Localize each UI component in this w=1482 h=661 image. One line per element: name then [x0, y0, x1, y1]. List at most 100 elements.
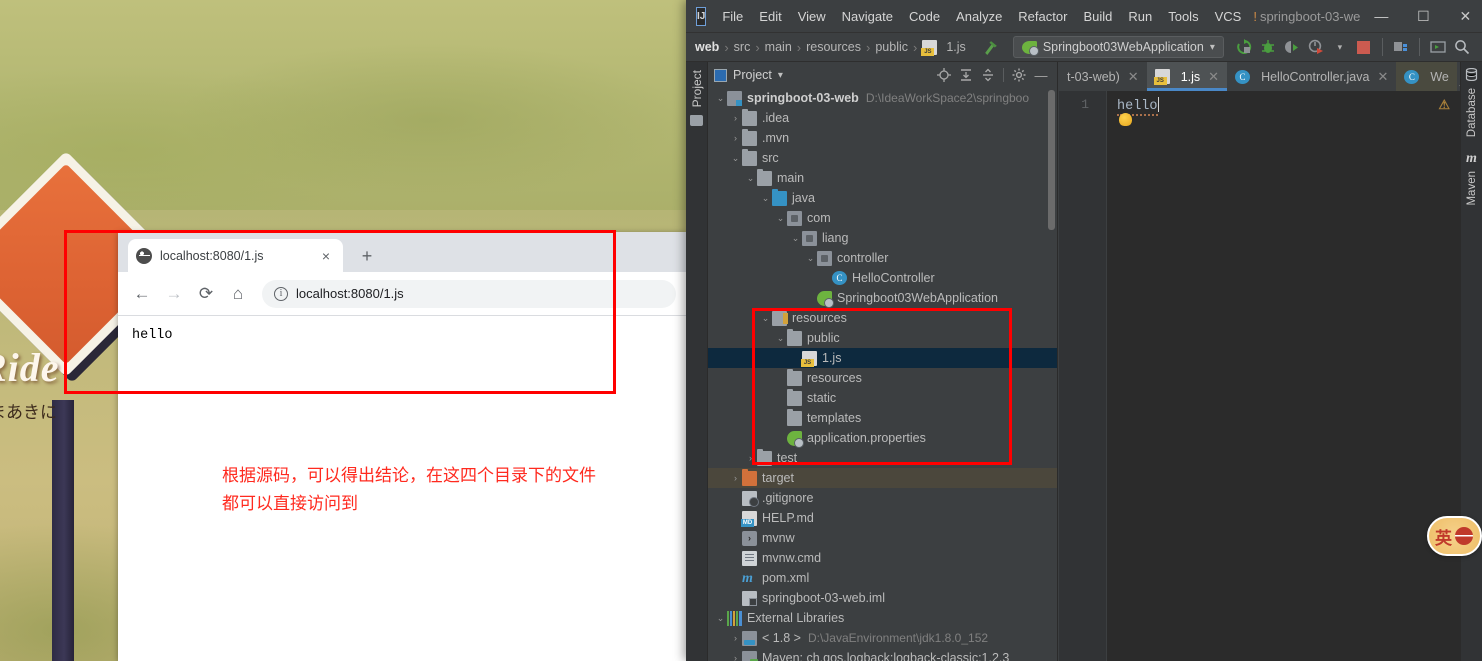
minimize-icon[interactable]: —: [1360, 0, 1402, 32]
tree-row[interactable]: › mvnw: [708, 528, 1057, 548]
folder-icon[interactable]: [690, 115, 703, 127]
hide-panel-icon[interactable]: —: [1031, 65, 1051, 85]
close-icon[interactable]: ×: [317, 247, 335, 265]
ime-status-badge[interactable]: 英: [1427, 516, 1482, 556]
tree-row[interactable]: application.properties: [708, 428, 1057, 448]
chevron-down-icon[interactable]: ⌄: [729, 153, 742, 164]
breadcrumb-main[interactable]: main: [760, 40, 797, 54]
new-tab-button[interactable]: +: [356, 246, 378, 268]
build-hammer-icon[interactable]: [979, 35, 1003, 59]
breadcrumb-file[interactable]: 1.js: [917, 39, 970, 56]
tree-row[interactable]: C HelloController: [708, 268, 1057, 288]
settings-gear-icon[interactable]: [1009, 65, 1029, 85]
menu-vcs[interactable]: VCS: [1207, 5, 1250, 28]
close-icon[interactable]: ✕: [1377, 69, 1388, 85]
home-icon[interactable]: ⌂: [224, 280, 252, 308]
menu-navigate[interactable]: Navigate: [834, 5, 901, 28]
dropdown-chevron-icon[interactable]: ▾: [1328, 35, 1352, 59]
close-icon[interactable]: ✕: [1444, 0, 1482, 32]
chevron-right-icon[interactable]: ›: [729, 133, 742, 143]
ime-mode-label[interactable]: 英: [1435, 524, 1452, 549]
tree-row[interactable]: › < 1.8 > D:\JavaEnvironment\jdk1.8.0_152: [708, 628, 1057, 648]
stop-icon[interactable]: [1352, 35, 1376, 59]
tree-row[interactable]: › .idea: [708, 108, 1057, 128]
chevron-down-icon[interactable]: ⌄: [759, 193, 772, 204]
editor-tab-hellocontroller[interactable]: C HelloController.java ✕: [1227, 62, 1396, 91]
profiler-icon[interactable]: [1304, 35, 1328, 59]
tree-row[interactable]: templates: [708, 408, 1057, 428]
debug-icon[interactable]: [1256, 35, 1280, 59]
chevron-right-icon[interactable]: ›: [729, 473, 742, 483]
tree-row[interactable]: springboot-03-web.iml: [708, 588, 1057, 608]
site-info-icon[interactable]: i: [274, 286, 288, 301]
tool-window-button-project[interactable]: Project: [690, 70, 704, 107]
chevron-down-icon[interactable]: ⌄: [774, 213, 787, 224]
intellij-idea-window[interactable]: IJ File Edit View Navigate Code Analyze …: [686, 0, 1482, 661]
tree-row[interactable]: HELP.md: [708, 508, 1057, 528]
menu-analyze[interactable]: Analyze: [948, 5, 1010, 28]
tree-row[interactable]: ⌄ External Libraries: [708, 608, 1057, 628]
chevron-down-icon[interactable]: ▾: [1210, 42, 1215, 53]
menu-view[interactable]: View: [790, 5, 834, 28]
tree-row[interactable]: static: [708, 388, 1057, 408]
tree-row[interactable]: ⌄ main: [708, 168, 1057, 188]
tree-row[interactable]: ⌄ java: [708, 188, 1057, 208]
intention-bulb-icon[interactable]: [1119, 113, 1132, 126]
tree-row[interactable]: m pom.xml: [708, 568, 1057, 588]
chevron-down-icon[interactable]: ⌄: [789, 233, 802, 244]
editor-tab-1js[interactable]: 1.js ✕: [1146, 62, 1228, 91]
menu-edit[interactable]: Edit: [751, 5, 789, 28]
breadcrumb-public[interactable]: public: [870, 40, 913, 54]
tree-row[interactable]: ⌄ springboot-03-web D:\IdeaWorkSpace2\spri…: [708, 88, 1057, 108]
tree-row[interactable]: 1.js: [708, 348, 1057, 368]
chevron-down-icon[interactable]: ⌄: [804, 253, 817, 264]
tree-row[interactable]: › .mvn: [708, 128, 1057, 148]
maven-icon[interactable]: m: [1461, 151, 1482, 167]
tree-row[interactable]: Springboot03WebApplication: [708, 288, 1057, 308]
tree-row[interactable]: ⌄ liang: [708, 228, 1057, 248]
back-icon[interactable]: ←: [128, 280, 156, 308]
editor-body[interactable]: 1 hello ⚠: [1059, 91, 1460, 661]
chevron-down-icon[interactable]: ⌄: [744, 173, 757, 184]
menu-run[interactable]: Run: [1120, 5, 1160, 28]
tree-row[interactable]: ⌄ controller: [708, 248, 1057, 268]
chevron-down-icon[interactable]: ⌄: [714, 613, 727, 624]
tool-window-button-maven[interactable]: Maven: [1466, 171, 1478, 206]
scroll-from-source-icon[interactable]: [934, 65, 954, 85]
project-tool-window[interactable]: Project ▾ — ⌄springboot-03-webD:\IdeaW: [708, 62, 1058, 661]
database-icon[interactable]: [1461, 67, 1482, 84]
editor-tab-cut[interactable]: t-03-web) ✕: [1059, 62, 1147, 91]
project-tree[interactable]: ⌄ springboot-03-web D:\IdeaWorkSpace2\spri…: [708, 88, 1057, 661]
collapse-all-icon[interactable]: [978, 65, 998, 85]
breadcrumb-resources[interactable]: resources: [801, 40, 866, 54]
close-icon[interactable]: ✕: [1208, 69, 1219, 85]
chevron-down-icon[interactable]: ⌄: [714, 93, 727, 104]
tree-row[interactable]: › Maven: ch.qos.logback:logback-classic:1…: [708, 648, 1057, 661]
sogou-ball-icon[interactable]: [1455, 527, 1473, 545]
tree-row[interactable]: .gitignore: [708, 488, 1057, 508]
project-structure-icon[interactable]: [1389, 35, 1413, 59]
chevron-right-icon[interactable]: ›: [744, 453, 757, 463]
editor-tab-we[interactable]: C We: [1396, 62, 1457, 91]
breadcrumb-web[interactable]: web: [690, 40, 724, 54]
editor-tab-bar[interactable]: t-03-web) ✕ 1.js ✕ C HelloController.jav…: [1059, 62, 1460, 91]
reload-icon[interactable]: ⟳: [192, 280, 220, 308]
forward-icon[interactable]: →: [160, 280, 188, 308]
terminal-icon[interactable]: [1426, 35, 1450, 59]
project-tree-scrollbar[interactable]: [1048, 90, 1055, 230]
expand-all-icon[interactable]: [956, 65, 976, 85]
breadcrumb-src[interactable]: src: [729, 40, 756, 54]
chevron-down-icon[interactable]: ⌄: [759, 313, 772, 324]
tree-row[interactable]: mvnw.cmd: [708, 548, 1057, 568]
menu-tools[interactable]: Tools: [1160, 5, 1206, 28]
menu-code[interactable]: Code: [901, 5, 948, 28]
close-icon[interactable]: ✕: [1128, 69, 1139, 85]
menu-build[interactable]: Build: [1075, 5, 1120, 28]
menu-file[interactable]: File: [714, 5, 751, 28]
search-everywhere-icon[interactable]: [1450, 35, 1474, 59]
chevron-right-icon[interactable]: ›: [729, 653, 742, 661]
run-configuration-selector[interactable]: Springboot03WebApplication ▾: [1012, 36, 1224, 58]
chevron-down-icon[interactable]: ⌄: [1457, 76, 1460, 91]
intellij-logo-icon[interactable]: IJ: [696, 6, 707, 26]
tree-row[interactable]: ⌄ public: [708, 328, 1057, 348]
